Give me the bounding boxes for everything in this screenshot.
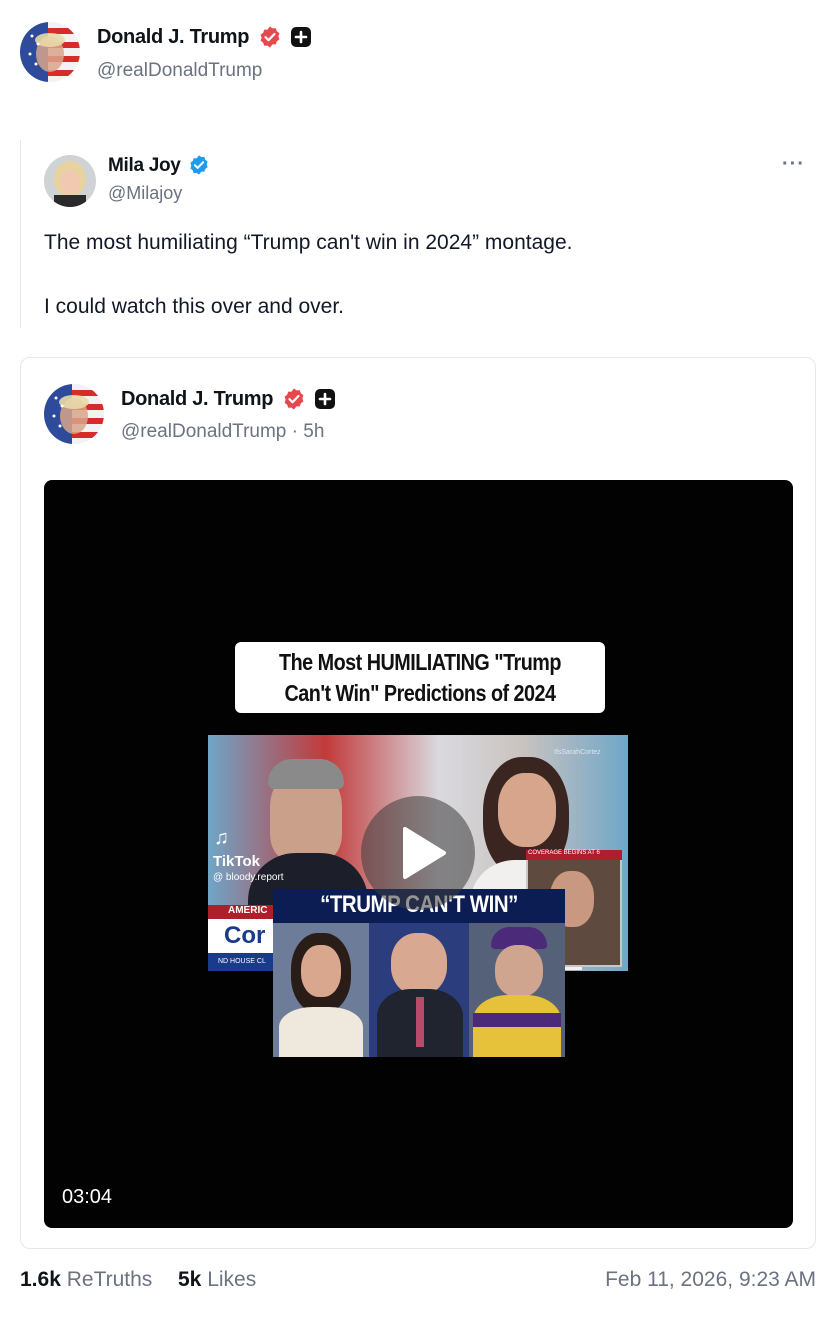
coverage-label: COVERAGE BEGINS AT 6 [526, 850, 622, 860]
video-title-card: The Most HUMILIATING "Trump Can't Win" P… [235, 642, 605, 713]
embedded-author-handle[interactable]: @realDonaldTrump · 5h [121, 421, 324, 443]
flag-portrait-avatar-image [44, 384, 104, 444]
blue-verified-badge-icon [190, 155, 208, 175]
play-button[interactable] [361, 796, 475, 910]
flag-portrait-avatar-image [20, 22, 80, 82]
plus-badge-icon [291, 26, 312, 47]
tiktok-label: TikTok [213, 853, 260, 870]
plus-badge-icon [315, 388, 336, 409]
video-player[interactable]: The Most HUMILIATING "Trump Can't Win" P… [44, 480, 793, 1228]
quoted-author-handle[interactable]: @Milajoy [108, 183, 182, 204]
verified-badge-icon [284, 388, 304, 410]
post-timestamp[interactable]: Feb 11, 2026, 9:23 AM [605, 1268, 816, 1292]
retruths-label: ReTruths [66, 1268, 153, 1291]
video-duration: 03:04 [62, 1186, 113, 1208]
video-title-line2: Can't Win" Predictions of 2024 [284, 680, 556, 706]
quoted-post-text-line1: The most humiliating “Trump can't win in… [44, 231, 573, 254]
retruths-stat[interactable]: 1.6k ReTruths [20, 1268, 152, 1291]
woman-portrait-avatar-image [44, 155, 96, 207]
quoted-author-avatar[interactable] [44, 155, 96, 207]
author-avatar[interactable] [20, 22, 80, 82]
tiktok-logo-icon: ♫ [214, 827, 229, 849]
retruths-count: 1.6k [20, 1268, 61, 1291]
author-name[interactable]: Donald J. Trump [97, 26, 249, 48]
verified-badge-icon [260, 26, 280, 48]
likes-count: 5k [178, 1268, 202, 1291]
quoted-post-text-line2: I could watch this over and over. [44, 295, 344, 318]
stats-row: 1.6k ReTruths 5k Likes [20, 1268, 256, 1292]
quoted-author-name[interactable]: Mila Joy [108, 155, 181, 176]
video-watermark: IfsSarahCortez [554, 749, 601, 756]
tiktok-handle: @ bloody.report [213, 872, 284, 883]
play-icon [403, 827, 446, 879]
video-thumbnail-collage: “TRUMP CAN'T WIN” [273, 889, 565, 1057]
embedded-author-name[interactable]: Donald J. Trump [121, 388, 273, 410]
video-title-line1: The Most HUMILIATING "Trump [279, 649, 561, 675]
likes-stat[interactable]: 5k Likes [178, 1268, 256, 1291]
more-options-icon[interactable]: ··· [782, 153, 805, 176]
embedded-author-avatar[interactable] [44, 384, 104, 444]
quote-divider [20, 140, 21, 328]
author-handle[interactable]: @realDonaldTrump [97, 60, 262, 82]
likes-label: Likes [207, 1268, 257, 1291]
